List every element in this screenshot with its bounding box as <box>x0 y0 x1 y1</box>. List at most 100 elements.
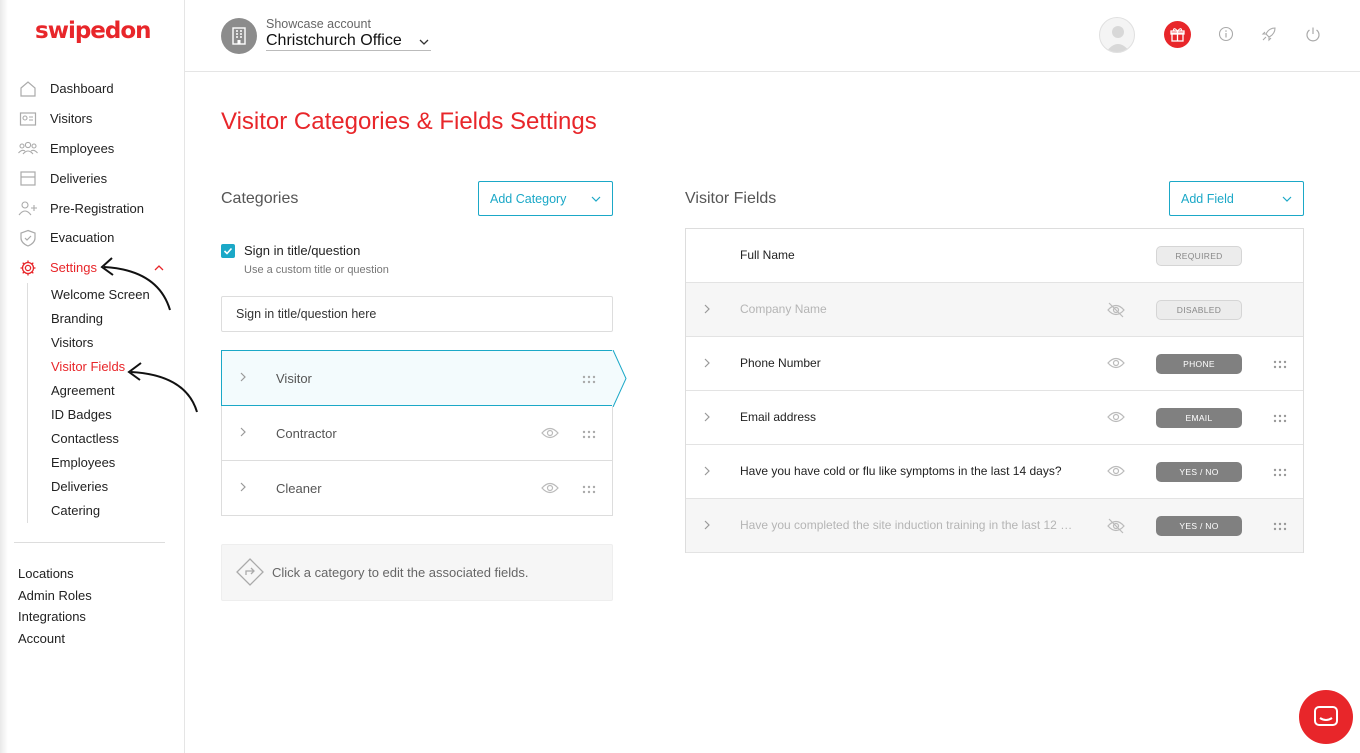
user-plus-icon <box>18 198 38 218</box>
eye-off-icon[interactable] <box>1107 302 1125 321</box>
chevron-down-icon <box>591 193 601 207</box>
top-header: Showcase account Christchurch Office <box>185 0 1360 72</box>
power-icon[interactable] <box>1305 26 1323 44</box>
category-row-visitor[interactable]: Visitor <box>221 350 627 407</box>
drag-handle-icon[interactable] <box>582 427 596 442</box>
eye-icon[interactable] <box>541 426 559 443</box>
gift-icon[interactable] <box>1164 21 1191 48</box>
drag-handle-icon[interactable] <box>1273 358 1287 372</box>
sidebar-item-label: Deliveries <box>50 170 108 186</box>
category-list: Visitor Contractor Cleaner <box>221 350 627 516</box>
sidebar-item-label: Dashboard <box>50 81 114 97</box>
drag-handle-icon[interactable] <box>1273 466 1287 480</box>
sidebar-item-dashboard[interactable]: Dashboard <box>0 74 184 104</box>
sidebar-item-employees[interactable]: Employees <box>0 134 184 164</box>
field-row-cold-flu-symptoms[interactable]: Have you have cold or flu like symptoms … <box>686 445 1303 499</box>
settings-submenu: Welcome Screen Branding Visitors Visitor… <box>27 282 184 523</box>
add-field-label: Add Field <box>1181 191 1234 206</box>
chevron-right-icon[interactable] <box>238 371 248 386</box>
selected-pointer-icon <box>612 350 627 407</box>
location-name: Christchurch Office <box>266 32 402 49</box>
category-row-cleaner[interactable]: Cleaner <box>221 461 613 516</box>
chevron-down-icon <box>419 34 429 52</box>
submenu-welcome-screen[interactable]: Welcome Screen <box>51 283 184 307</box>
checkbox-hint: Use a custom title or question <box>244 264 389 276</box>
sidebar-item-evacuation[interactable]: Evacuation <box>0 223 184 253</box>
eye-off-icon[interactable] <box>1107 518 1125 537</box>
eye-icon[interactable] <box>1107 410 1125 427</box>
visitor-fields-heading: Visitor Fields <box>685 190 777 207</box>
submenu-visitors[interactable]: Visitors <box>51 331 184 355</box>
add-category-button[interactable]: Add Category <box>478 181 613 216</box>
sidebar-item-label: Employees <box>50 140 115 156</box>
nav-integrations[interactable]: Integrations <box>18 606 92 628</box>
submenu-employees[interactable]: Employees <box>51 451 184 475</box>
sign-in-title-checkbox[interactable] <box>221 244 235 258</box>
chevron-down-icon <box>1282 193 1292 207</box>
chevron-right-icon[interactable] <box>238 426 248 441</box>
sidebar-item-pre-registration[interactable]: Pre-Registration <box>0 193 184 223</box>
submenu-agreement[interactable]: Agreement <box>51 379 184 403</box>
chevron-right-icon[interactable] <box>702 411 712 426</box>
home-icon <box>18 79 38 99</box>
sidebar-item-visitors[interactable]: Visitors <box>0 104 184 134</box>
field-type-badge: DISABLED <box>1156 300 1242 320</box>
nav-locations[interactable]: Locations <box>18 563 92 585</box>
drag-handle-icon[interactable] <box>582 372 596 387</box>
location-selector[interactable]: Christchurch Office <box>266 32 431 51</box>
field-label: Full Name <box>740 248 795 262</box>
sidebar-item-settings[interactable]: Settings <box>0 253 184 283</box>
chevron-right-icon[interactable] <box>702 303 712 318</box>
drag-handle-icon[interactable] <box>582 482 596 497</box>
chevron-up-icon[interactable] <box>154 260 164 275</box>
eye-icon[interactable] <box>541 481 559 498</box>
gear-icon <box>18 258 38 278</box>
chevron-right-icon[interactable] <box>702 519 712 534</box>
chat-icon <box>1314 706 1338 726</box>
submenu-id-badges[interactable]: ID Badges <box>51 403 184 427</box>
sidebar-item-label: Visitors <box>50 111 93 127</box>
bottom-nav: Locations Admin Roles Integrations Accou… <box>18 563 92 649</box>
nav-admin-roles[interactable]: Admin Roles <box>18 585 92 607</box>
direction-sign-icon <box>235 557 265 592</box>
submenu-deliveries[interactable]: Deliveries <box>51 475 184 499</box>
field-row-email-address[interactable]: Email address EMAIL <box>686 391 1303 445</box>
submenu-catering[interactable]: Catering <box>51 499 184 523</box>
submenu-visitor-fields[interactable]: Visitor Fields <box>51 355 184 379</box>
submenu-branding[interactable]: Branding <box>51 307 184 331</box>
sidebar-divider <box>14 542 165 543</box>
account-subtitle: Showcase account <box>266 17 371 31</box>
field-row-site-induction[interactable]: Have you completed the site induction tr… <box>686 499 1303 553</box>
eye-icon[interactable] <box>1107 356 1125 373</box>
avatar[interactable] <box>1099 17 1135 53</box>
sign-in-title-input[interactable] <box>221 296 613 332</box>
eye-icon[interactable] <box>1107 464 1125 481</box>
field-label: Phone Number <box>740 356 821 370</box>
drag-handle-icon[interactable] <box>1273 412 1287 426</box>
add-field-button[interactable]: Add Field <box>1169 181 1304 216</box>
info-icon[interactable] <box>1218 26 1236 44</box>
rocket-icon[interactable] <box>1261 26 1279 44</box>
add-category-label: Add Category <box>490 191 567 206</box>
field-row-company-name[interactable]: Company Name DISABLED <box>686 283 1303 337</box>
chevron-right-icon[interactable] <box>702 465 712 480</box>
nav-account[interactable]: Account <box>18 628 92 650</box>
field-type-badge: REQUIRED <box>1156 246 1242 266</box>
field-row-full-name[interactable]: Full Name REQUIRED <box>686 229 1303 283</box>
hint-text: Click a category to edit the associated … <box>272 565 529 580</box>
field-label: Company Name <box>740 302 827 316</box>
chevron-right-icon[interactable] <box>238 481 248 496</box>
sidebar-item-label: Evacuation <box>50 230 115 246</box>
chat-launcher-button[interactable] <box>1299 690 1353 744</box>
category-row-contractor[interactable]: Contractor <box>221 406 613 461</box>
drag-handle-icon[interactable] <box>1273 520 1287 534</box>
chevron-right-icon[interactable] <box>702 357 712 372</box>
category-label: Visitor <box>276 370 312 386</box>
submenu-contactless[interactable]: Contactless <box>51 427 184 451</box>
field-label: Have you have cold or flu like symptoms … <box>740 464 1062 478</box>
swipedon-logo[interactable]: swipedon <box>35 18 152 44</box>
main-nav: Dashboard Visitors Employees Deliveries … <box>0 74 184 523</box>
field-row-phone-number[interactable]: Phone Number PHONE <box>686 337 1303 391</box>
field-type-badge: PHONE <box>1156 354 1242 374</box>
sidebar-item-deliveries[interactable]: Deliveries <box>0 163 184 193</box>
